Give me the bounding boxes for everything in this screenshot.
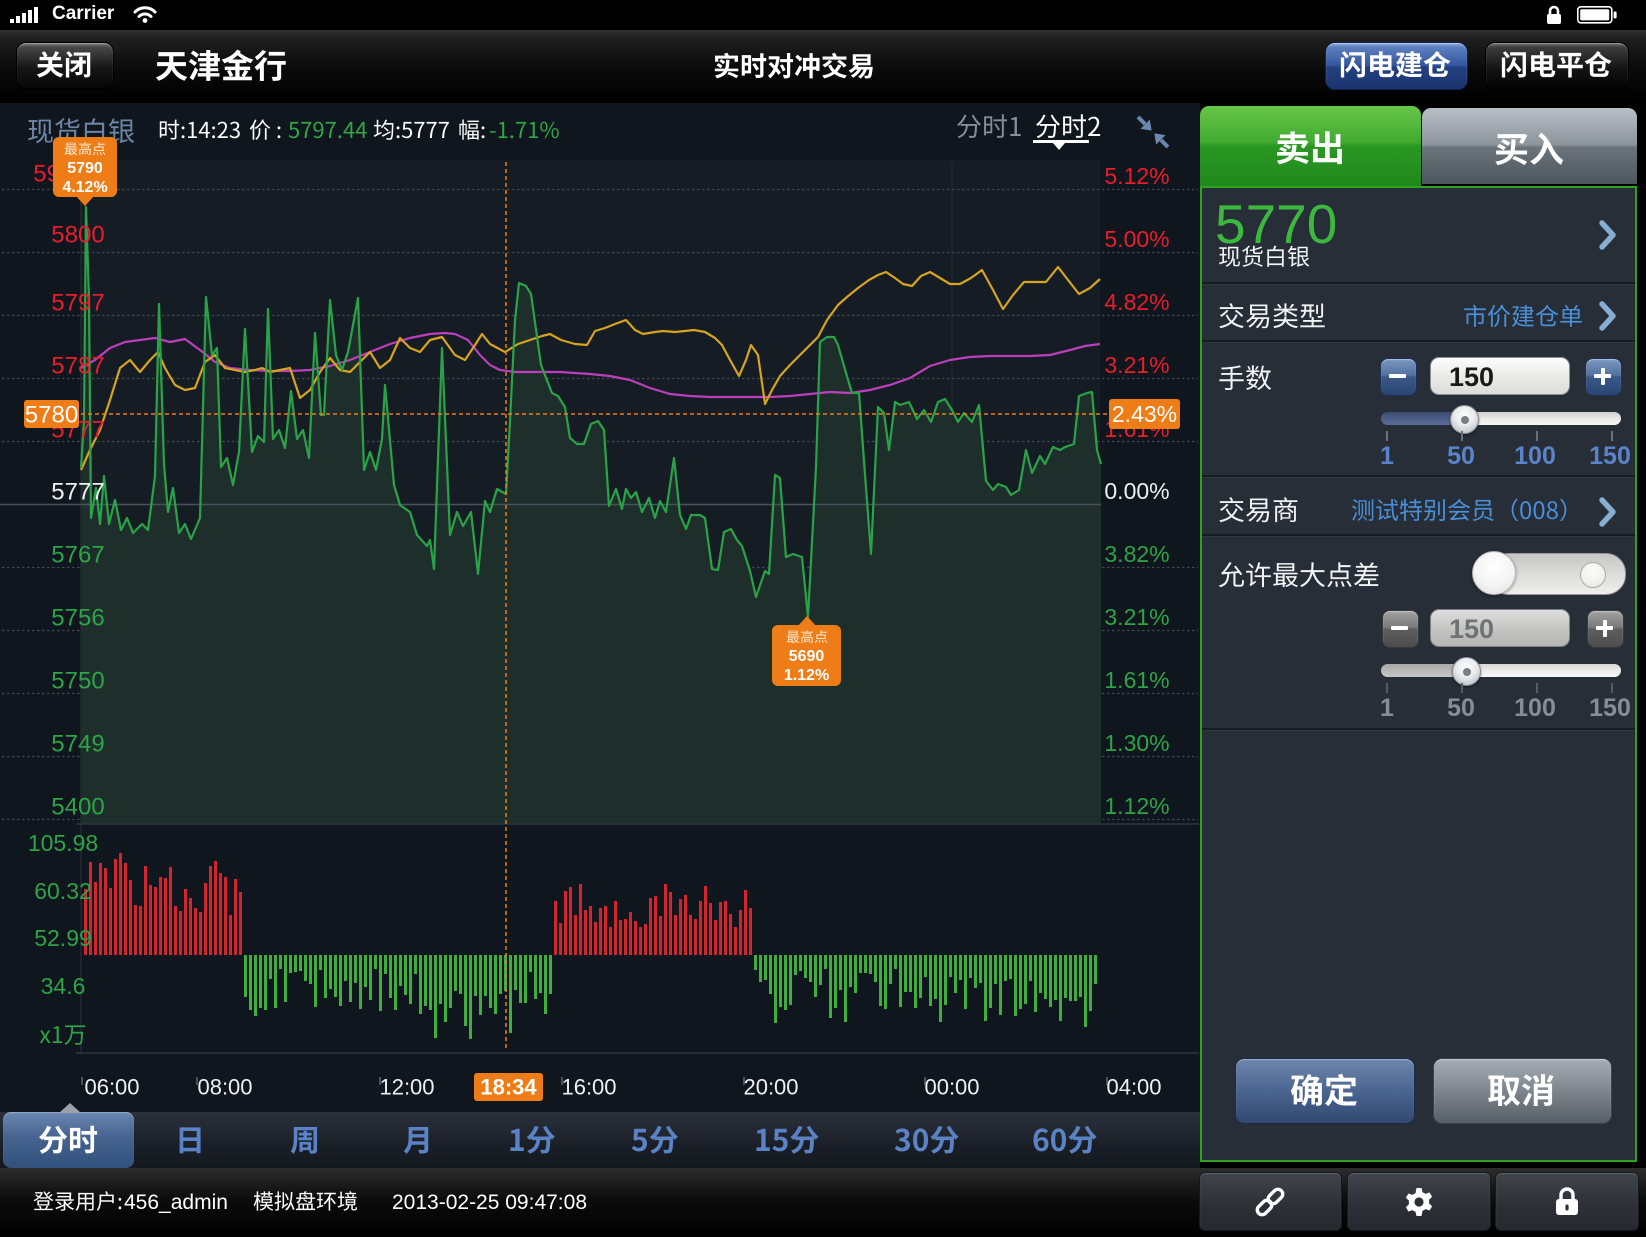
svg-text:105.98: 105.98 [28,830,98,856]
svg-text:5787: 5787 [51,352,104,379]
svg-text:1.12%: 1.12% [1104,793,1169,819]
svg-text:5400: 5400 [51,793,104,820]
svg-text:04:00: 04:00 [1106,1075,1161,1100]
svg-text:5800: 5800 [51,221,104,248]
svg-text:20:00: 20:00 [743,1075,798,1100]
svg-text:60.32: 60.32 [34,878,92,904]
svg-text:3.21%: 3.21% [1104,604,1169,630]
svg-text:1.30%: 1.30% [1104,730,1169,756]
svg-text:06:00: 06:00 [84,1075,139,1100]
svg-text:08:00: 08:00 [197,1075,252,1100]
svg-text:3.21%: 3.21% [1104,352,1169,378]
svg-text:12:00: 12:00 [379,1075,434,1100]
svg-text:5797: 5797 [51,289,104,316]
svg-text:5749: 5749 [51,730,104,757]
svg-text:16:00: 16:00 [561,1075,616,1100]
svg-text:00:00: 00:00 [924,1075,979,1100]
svg-text:34.6: 34.6 [41,973,86,999]
svg-text:5750: 5750 [51,667,104,694]
svg-text:18:34: 18:34 [480,1075,537,1100]
svg-text:3.82%: 3.82% [1104,541,1169,567]
svg-text:52.99: 52.99 [34,925,92,951]
svg-text:5.00%: 5.00% [1104,226,1169,252]
svg-text:0.00%: 0.00% [1104,478,1169,504]
svg-text:5767: 5767 [51,541,104,568]
svg-text:5777: 5777 [51,478,104,505]
svg-text:5756: 5756 [51,604,104,631]
svg-text:5.12%: 5.12% [1104,163,1169,189]
svg-text:1.61%: 1.61% [1104,667,1169,693]
svg-text:5780: 5780 [25,401,78,428]
svg-text:2.43%: 2.43% [1112,401,1177,427]
svg-text:4.82%: 4.82% [1104,289,1169,315]
